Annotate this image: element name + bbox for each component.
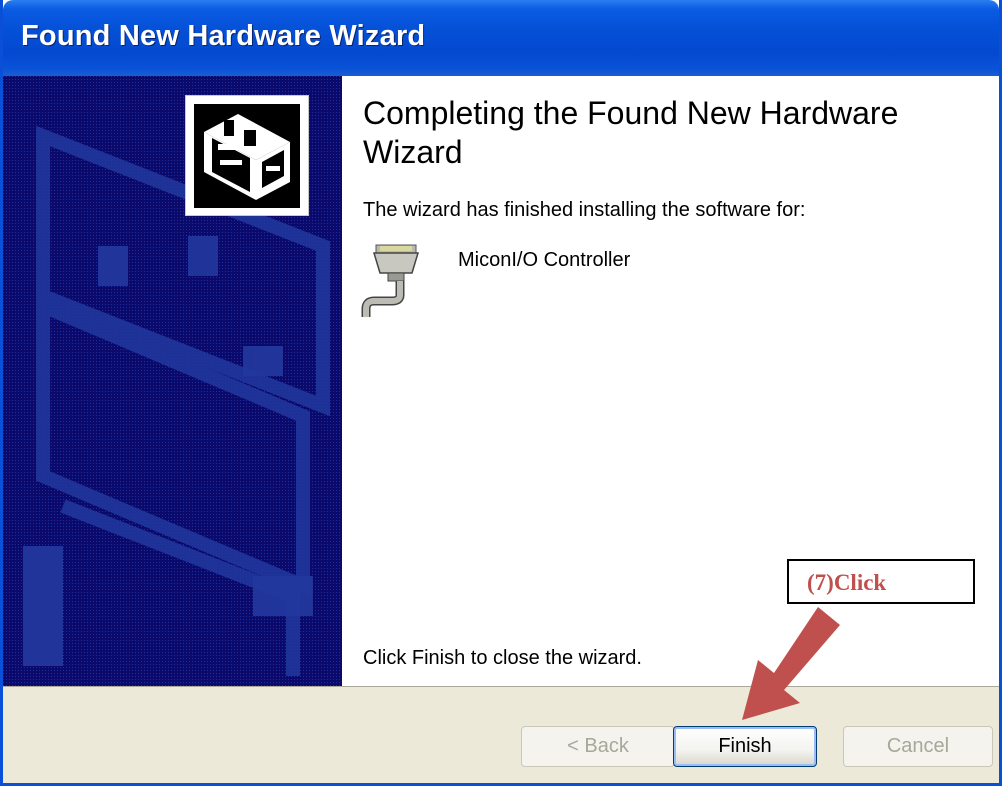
intro-text: The wizard has finished installing the s…	[363, 199, 806, 221]
device-name: MiconI/O Controller	[458, 249, 631, 271]
wizard-window: Found New Hardware Wizard Completing the…	[0, 0, 1002, 786]
button-bar: < Back Finish Cancel	[3, 686, 999, 783]
window-title: Found New Hardware Wizard	[21, 20, 426, 52]
finish-button[interactable]: Finish	[673, 726, 817, 767]
back-button[interactable]: < Back	[521, 726, 675, 767]
finish-instruction: Click Finish to close the wizard.	[363, 647, 642, 669]
serial-port-cable-icon	[360, 243, 424, 323]
hardware-box-icon	[185, 95, 309, 216]
cancel-button[interactable]: Cancel	[843, 726, 993, 767]
instruction-callout: (7)Click	[787, 559, 975, 604]
page-heading: Completing the Found New Hardware Wizard	[363, 95, 899, 170]
callout-label: (7)Click	[807, 570, 887, 595]
title-bar[interactable]: Found New Hardware Wizard	[3, 0, 999, 76]
